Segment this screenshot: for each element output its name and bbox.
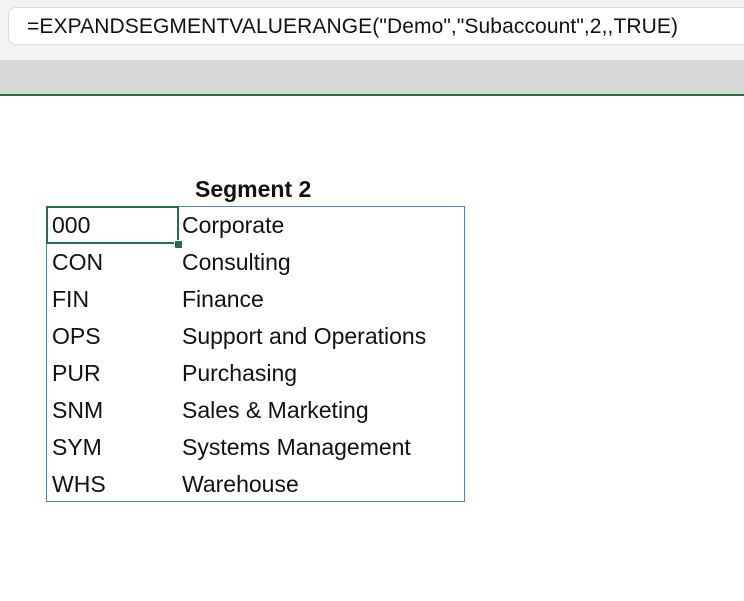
cell-name[interactable]: Support and Operations [182,318,426,355]
formula-bar-area: =EXPANDSEGMENTVALUERANGE("Demo","Subacco… [0,0,744,60]
table-row: OPS Support and Operations [47,318,464,355]
table-row: PUR Purchasing [47,355,464,392]
cell-code[interactable]: CON [52,244,103,281]
table-row: CON Consulting [47,244,464,281]
cell-code[interactable]: PUR [52,355,101,392]
toolbar-strip [0,60,744,94]
accent-divider [0,94,744,96]
active-cell-selection[interactable] [46,206,183,249]
formula-text: =EXPANDSEGMENTVALUERANGE("Demo","Subacco… [27,15,679,38]
table-row: WHS Warehouse [47,466,464,503]
table-row: 000 Corporate [46,206,464,249]
cell-code[interactable]: WHS [52,466,106,503]
spreadsheet-window: =EXPANDSEGMENTVALUERANGE("Demo","Subacco… [0,0,744,601]
table-row: SYM Systems Management [47,429,464,466]
cell-name[interactable]: Systems Management [182,429,411,466]
formula-input[interactable]: =EXPANDSEGMENTVALUERANGE("Demo","Subacco… [8,7,744,45]
cell-code[interactable]: SYM [52,429,102,466]
cell-name[interactable]: Purchasing [182,355,297,392]
table-row: FIN Finance [47,281,464,318]
cell-code[interactable]: SNM [52,392,103,429]
cell-name[interactable]: Sales & Marketing [182,392,369,429]
segment-table: 000 Corporate CON Consulting FIN Finance… [46,206,465,502]
cell-name[interactable]: Consulting [182,244,291,281]
cell-code[interactable]: FIN [52,281,89,318]
cell-name[interactable]: Corporate [182,207,284,244]
cell-name[interactable]: Finance [182,281,264,318]
cell-code[interactable]: OPS [52,318,101,355]
column-header-segment: Segment 2 [195,176,312,202]
cell-name[interactable]: Warehouse [182,466,299,503]
table-row: SNM Sales & Marketing [47,392,464,429]
